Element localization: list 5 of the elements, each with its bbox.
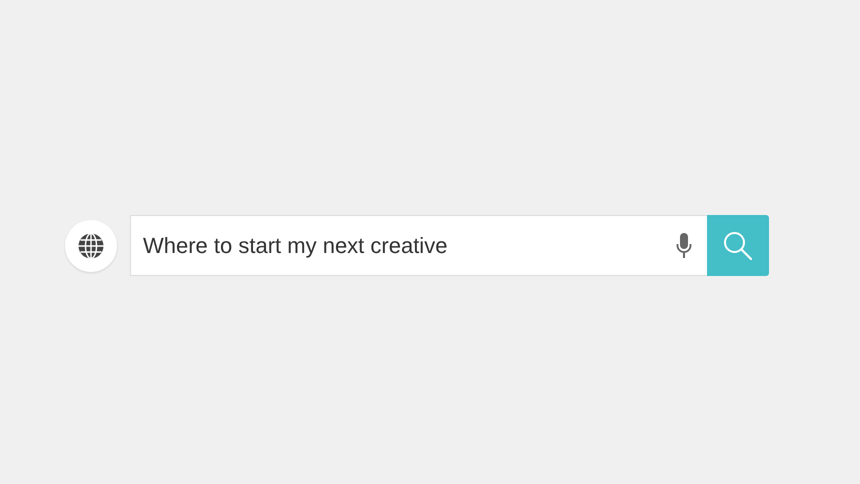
globe-icon	[77, 232, 105, 260]
microphone-icon[interactable]	[676, 233, 692, 259]
search-icon	[723, 230, 753, 260]
search-field[interactable]: Where to start my next creative	[130, 215, 707, 276]
globe-button[interactable]	[65, 220, 117, 272]
